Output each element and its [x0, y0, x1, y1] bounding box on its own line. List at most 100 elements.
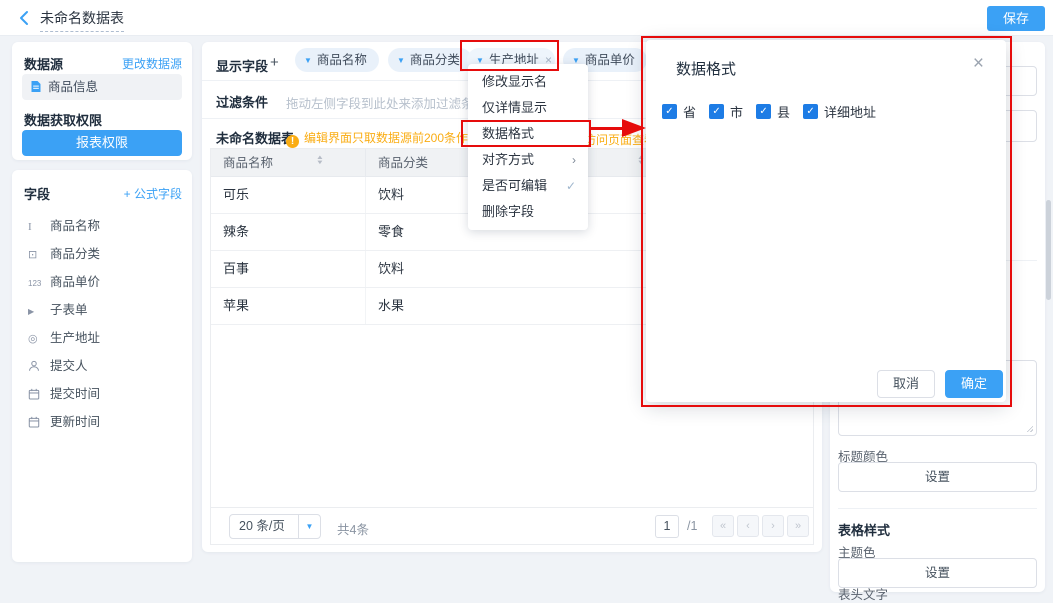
cell: 百事: [211, 251, 366, 287]
cell: 饮料: [366, 251, 692, 287]
chip-product-name[interactable]: ▼ 商品名称: [295, 48, 379, 72]
first-page-button[interactable]: «: [712, 515, 734, 537]
page-number-input[interactable]: 1: [655, 515, 679, 538]
sort-icon[interactable]: ▲▼: [317, 156, 323, 166]
field-label: 商品分类: [50, 247, 100, 261]
chip-label: 商品单价: [585, 53, 635, 67]
checkbox-city[interactable]: ✓市: [709, 102, 743, 121]
checkbox-checked-icon[interactable]: ✓: [803, 104, 818, 119]
field-item-product-category[interactable]: ⊡商品分类: [12, 240, 192, 268]
header-text-label: 表头文字: [838, 584, 888, 603]
page-title[interactable]: 未命名数据表: [40, 8, 124, 32]
table-title: 未命名数据表: [216, 128, 294, 147]
address-field-icon: ◎: [28, 325, 50, 353]
column-label: 商品分类: [378, 156, 428, 170]
caret-down-icon[interactable]: ▼: [304, 56, 312, 65]
cell: 水果: [366, 288, 692, 324]
divider: [838, 508, 1037, 509]
datasource-item-label: 商品信息: [48, 80, 98, 94]
chip-label: 商品名称: [317, 53, 367, 67]
close-icon[interactable]: ×: [973, 54, 984, 73]
warning-icon: !: [286, 135, 299, 148]
field-item-production-address[interactable]: ◎生产地址: [12, 324, 192, 352]
menu-item-label: 对齐方式: [482, 152, 534, 167]
modal-title: 数据格式: [676, 58, 736, 79]
field-item-product-price[interactable]: 123商品单价: [12, 268, 192, 296]
field-label: 更新时间: [50, 415, 100, 429]
menu-item-detail-only[interactable]: 仅详情显示: [468, 95, 588, 121]
menu-item-label: 是否可编辑: [482, 178, 547, 193]
fields-card: 字段 + 公式字段 I商品名称 ⊡商品分类 123商品单价 ▶子表单 ◎生产地址…: [12, 170, 192, 562]
field-label: 商品名称: [50, 219, 100, 233]
menu-item-editable[interactable]: 是否可编辑 ✓: [468, 173, 588, 199]
datasource-card: 数据源 更改数据源 商品信息 数据获取权限 报表权限: [12, 42, 192, 160]
menu-item-rename[interactable]: 修改显示名: [468, 69, 588, 95]
menu-item-label: 仅详情显示: [482, 100, 547, 115]
number-field-icon: 123: [28, 270, 50, 298]
check-icon: ✓: [566, 173, 576, 199]
calendar-field-icon: [28, 409, 50, 437]
address-format-options: ✓省 ✓市 ✓县 ✓详细地址: [662, 102, 889, 121]
select-field-icon: ⊡: [28, 241, 50, 269]
top-bar: 未命名数据表 保存: [0, 0, 1053, 36]
caret-down-icon[interactable]: ▼: [397, 56, 405, 65]
datasource-item[interactable]: 商品信息: [22, 74, 182, 100]
menu-item-label: 修改显示名: [482, 74, 547, 89]
user-field-icon: [28, 353, 50, 381]
cell: 可乐: [211, 177, 366, 213]
fields-title: 字段: [24, 184, 50, 203]
annotation-arrow-head: [622, 119, 646, 137]
menu-item-delete-field[interactable]: 删除字段: [468, 199, 588, 225]
field-list: I商品名称 ⊡商品分类 123商品单价 ▶子表单 ◎生产地址 提交人 提交时间 …: [12, 212, 192, 436]
add-display-field-icon[interactable]: +: [270, 54, 279, 71]
checkbox-checked-icon[interactable]: ✓: [756, 104, 771, 119]
last-page-button[interactable]: »: [787, 515, 809, 537]
cell: 辣条: [211, 214, 366, 250]
column-header-product-name[interactable]: 商品名称 ▲▼: [211, 149, 366, 176]
field-item-submitter[interactable]: 提交人: [12, 352, 192, 380]
next-page-button[interactable]: ›: [762, 515, 784, 537]
subform-field-icon: ▶: [28, 298, 50, 326]
menu-item-data-format[interactable]: 数据格式: [468, 121, 588, 147]
field-label: 商品单价: [50, 275, 100, 289]
checkbox-detail-address[interactable]: ✓ 详细地址: [803, 102, 876, 121]
page-size-select[interactable]: 20 条/页 ▼: [229, 514, 321, 539]
prev-page-button[interactable]: ‹: [737, 515, 759, 537]
filter-dropzone[interactable]: 拖动左侧字段到此处来添加过滤条件: [286, 93, 486, 112]
ok-button[interactable]: 确定: [945, 370, 1003, 398]
resize-handle-icon[interactable]: [1026, 425, 1033, 432]
page-count: /1: [687, 519, 697, 533]
back-icon[interactable]: [16, 9, 34, 27]
warning-text-left: 编辑界面只取数据源前200条作为查: [304, 131, 492, 145]
table-footer: 20 条/页▼ 共4条 1 /1 « ‹ › »: [211, 507, 813, 544]
page-size-value: 20 条/页: [239, 519, 285, 533]
change-datasource-link[interactable]: 更改数据源: [122, 55, 182, 72]
filter-label: 过滤条件: [216, 92, 268, 111]
checkbox-county[interactable]: ✓县: [756, 102, 790, 121]
report-permission-button[interactable]: 报表权限: [22, 130, 182, 156]
menu-item-alignment[interactable]: 对齐方式›: [468, 147, 588, 173]
field-item-submit-time[interactable]: 提交时间: [12, 380, 192, 408]
field-item-product-name[interactable]: I商品名称: [12, 212, 192, 240]
data-permission-title: 数据获取权限: [24, 110, 102, 129]
checkbox-province[interactable]: ✓省: [662, 102, 696, 121]
checkbox-label: 详细地址: [824, 102, 876, 121]
checkbox-label: 县: [777, 102, 790, 121]
calendar-field-icon: [28, 381, 50, 409]
field-item-subform[interactable]: ▶子表单: [12, 296, 192, 324]
checkbox-checked-icon[interactable]: ✓: [709, 104, 724, 119]
chip-product-category[interactable]: ▼商品分类: [388, 48, 472, 72]
checkbox-checked-icon[interactable]: ✓: [662, 104, 677, 119]
column-label: 商品名称: [223, 156, 273, 170]
vertical-scrollbar[interactable]: [1046, 200, 1051, 300]
title-color-set-button[interactable]: 设置: [838, 462, 1037, 492]
sort-icon[interactable]: ▲▼: [638, 156, 644, 166]
field-label: 提交时间: [50, 387, 100, 401]
field-item-update-time[interactable]: 更新时间: [12, 408, 192, 436]
caret-down-icon[interactable]: ▼: [298, 515, 320, 538]
checkbox-label: 市: [730, 102, 743, 121]
cell: 苹果: [211, 288, 366, 324]
add-formula-field-link[interactable]: + 公式字段: [124, 185, 182, 202]
save-button[interactable]: 保存: [987, 6, 1045, 31]
cancel-button[interactable]: 取消: [877, 370, 935, 398]
